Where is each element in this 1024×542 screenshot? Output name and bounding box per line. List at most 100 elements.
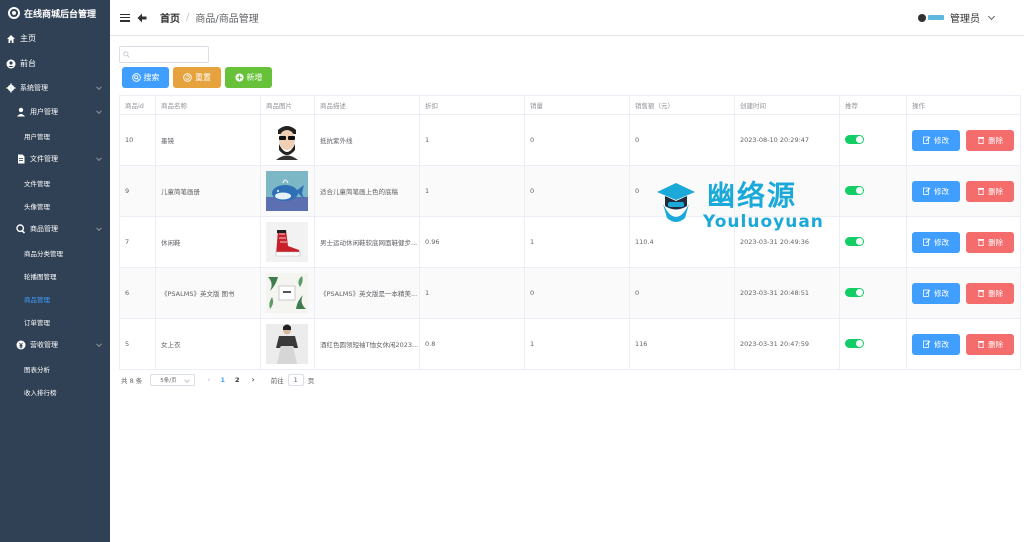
column-header: 操作 [906, 95, 1021, 115]
sidebar-item-order-manage[interactable]: 订单管理 [0, 310, 110, 333]
user-circle-icon [6, 59, 16, 69]
sidebar-item-label: 营收管理 [30, 341, 58, 349]
sidebar-group-revenue[interactable]: 营收管理 [0, 333, 110, 357]
sidebar-item-label: 图表分析 [24, 365, 50, 374]
sidebar-item-label: 用户管理 [24, 132, 50, 141]
cell-discount: 0.8 [419, 318, 525, 370]
sidebar-item-label: 头像管理 [24, 202, 50, 211]
app-title: 在线商城后台管理 [24, 9, 97, 20]
page-size-value: 5条/页 [160, 377, 177, 384]
goto-label: 前往 [270, 376, 284, 385]
cell-name: 儿童简笔画册 [155, 165, 261, 217]
recommend-toggle[interactable] [845, 287, 864, 297]
cell-desc: 《PSALMS》英文版是一本精美... [314, 267, 420, 319]
logo-icon [8, 7, 20, 19]
edit-icon [923, 187, 931, 195]
sidebar-group-goods[interactable]: 商品管理 [0, 217, 110, 241]
breadcrumb-separator: / [186, 12, 190, 23]
trash-icon [978, 188, 985, 195]
delete-label: 删除 [988, 135, 1004, 145]
sidebar-item-label: 主页 [20, 34, 36, 43]
sidebar-item-home[interactable]: 主页 [0, 26, 110, 51]
delete-button[interactable]: 删除 [966, 231, 1015, 253]
edit-label: 修改 [934, 339, 949, 349]
page-number[interactable]: 1 [220, 376, 225, 384]
cell-discount: 0.96 [419, 216, 525, 268]
add-button-label: 新增 [246, 73, 263, 82]
prev-page-button[interactable]: ‹ [207, 375, 210, 384]
sidebar-item-label: 商品管理 [24, 295, 50, 304]
sidebar-item-label: 前台 [20, 59, 36, 68]
sidebar-item-income-ranking[interactable]: 收入排行榜 [0, 380, 110, 403]
search-icon [131, 73, 141, 82]
sidebar-group-users[interactable]: 用户管理 [0, 100, 110, 124]
table-header-row: 商品id 商品名称 商品图片 商品描述 折扣 销量 销售额（元） 创建时间 推荐… [119, 95, 1021, 115]
product-image-book[interactable] [266, 273, 308, 313]
product-image-sunglasses[interactable] [266, 120, 308, 160]
column-header: 商品id [119, 95, 156, 115]
cell-recommend [839, 267, 907, 319]
page-size-select[interactable]: 5条/页 [150, 373, 196, 386]
cell-discount: 1 [419, 114, 525, 166]
recommend-toggle[interactable] [845, 338, 864, 348]
edit-button[interactable]: 修改 [912, 129, 960, 151]
money-icon [16, 340, 26, 350]
sidebar-item-file-manage[interactable]: 文件管理 [0, 171, 110, 194]
app-brand[interactable]: 在线商城后台管理 [0, 0, 110, 26]
back-arrow-icon[interactable] [136, 12, 148, 24]
sidebar-item-frontend[interactable]: 前台 [0, 51, 110, 76]
reset-button[interactable]: 重置 [173, 67, 221, 88]
column-header: 销售额（元） [629, 95, 735, 115]
cell-recommend [839, 114, 907, 166]
delete-button[interactable]: 删除 [966, 129, 1015, 151]
sidebar-item-chart-analysis[interactable]: 图表分析 [0, 357, 110, 380]
breadcrumb-home[interactable]: 首页 [160, 10, 180, 25]
cell-image [260, 165, 315, 217]
cell-revenue: 0 [629, 114, 735, 166]
sidebar-group-system[interactable]: 系统管理 [0, 76, 110, 100]
chevron-down-icon [96, 155, 102, 162]
edit-button[interactable]: 修改 [912, 231, 960, 253]
home-icon [6, 34, 16, 44]
delete-button[interactable]: 删除 [966, 333, 1015, 355]
search-button[interactable]: 搜索 [122, 67, 169, 88]
user-admin-icon [16, 107, 26, 117]
edit-button[interactable]: 修改 [912, 333, 960, 355]
sidebar-item-label: 商品管理 [30, 225, 58, 233]
delete-button[interactable]: 删除 [966, 282, 1015, 304]
cell-sales: 1 [524, 318, 630, 370]
add-button[interactable]: 新增 [225, 67, 272, 88]
sidebar-item-user-manage[interactable]: 用户管理 [0, 124, 110, 147]
sidebar-item-avatar-manage[interactable]: 头像管理 [0, 194, 110, 217]
sidebar-group-files[interactable]: 文件管理 [0, 147, 110, 171]
product-image-sneaker[interactable] [266, 222, 308, 262]
recommend-toggle[interactable] [845, 236, 864, 246]
cell-discount: 1 [419, 267, 525, 319]
sidebar-item-category-manage[interactable]: 商品分类管理 [0, 241, 110, 264]
delete-button[interactable]: 删除 [966, 180, 1015, 202]
edit-button[interactable]: 修改 [912, 282, 960, 304]
search-input[interactable] [133, 51, 203, 58]
next-page-button[interactable]: › [252, 375, 255, 384]
recommend-toggle[interactable] [845, 185, 864, 195]
recommend-toggle[interactable] [845, 134, 864, 144]
cell-desc: 抵抗紫外线 [314, 114, 420, 166]
product-image-woman-top[interactable] [266, 324, 308, 364]
sidebar-item-carousel-manage[interactable]: 轮播图管理 [0, 264, 110, 287]
page-number[interactable]: 2 [235, 376, 240, 384]
edit-label: 修改 [934, 186, 949, 196]
edit-button[interactable]: 修改 [912, 180, 960, 202]
goto-page-input[interactable]: 1 [287, 373, 304, 386]
cell-recommend [839, 216, 907, 268]
user-menu[interactable]: 管理员 [918, 10, 996, 25]
search-field[interactable] [119, 46, 209, 63]
chevron-down-icon [96, 108, 102, 115]
chevron-down-icon [96, 341, 102, 348]
sidebar-item-goods-manage[interactable]: 商品管理 [0, 287, 110, 310]
column-header: 创建时间 [734, 95, 840, 115]
cell-id: 7 [119, 216, 156, 268]
menu-toggle-icon[interactable] [120, 13, 130, 22]
product-image-whale[interactable] [266, 171, 308, 211]
pagination-total: 共 8 条 [121, 376, 143, 385]
search-icon [123, 51, 130, 58]
